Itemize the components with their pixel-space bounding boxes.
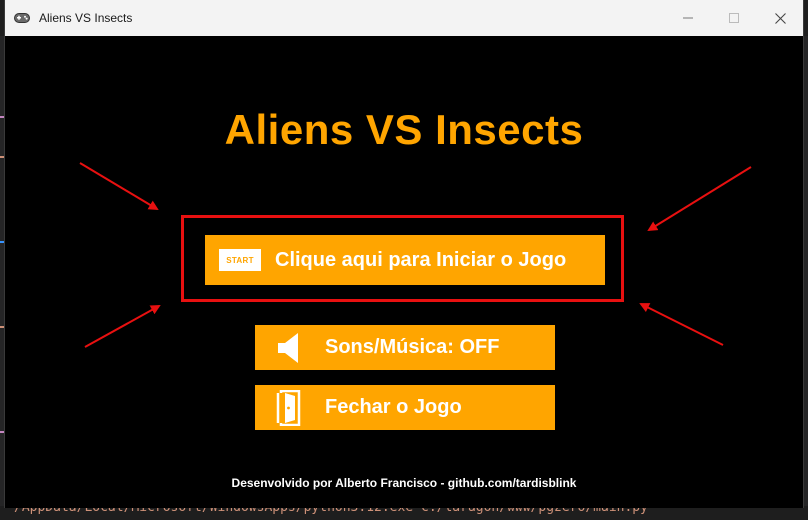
background-terminal: /AppData/Local/Microsoft/WindowsApps/pyt… — [0, 506, 808, 520]
close-icon — [774, 12, 786, 24]
window-title: Aliens VS Insects — [39, 11, 133, 25]
maximize-icon — [729, 13, 739, 23]
arrow-bottom-left — [84, 305, 161, 348]
credits-footer: Desenvolvido por Alberto Francisco - git… — [231, 476, 577, 490]
minimize-button[interactable] — [665, 0, 711, 36]
arrow-top-left — [79, 162, 159, 211]
arrow-bottom-right — [639, 303, 724, 346]
gamepad-icon — [13, 9, 31, 27]
annotation-arrows — [79, 162, 752, 348]
game-canvas: Aliens VS Insects START Clique aqui para… — [5, 36, 803, 508]
title-bar[interactable]: Aliens VS Insects — [5, 0, 803, 36]
maximize-button[interactable] — [711, 0, 757, 36]
minimize-icon — [683, 17, 693, 19]
window-controls — [665, 0, 803, 36]
close-button[interactable] — [757, 0, 803, 36]
game-window: Aliens VS Insects Aliens VS Insects STAR… — [4, 0, 804, 508]
arrow-top-right — [647, 166, 752, 232]
background-editor-right — [804, 36, 808, 506]
